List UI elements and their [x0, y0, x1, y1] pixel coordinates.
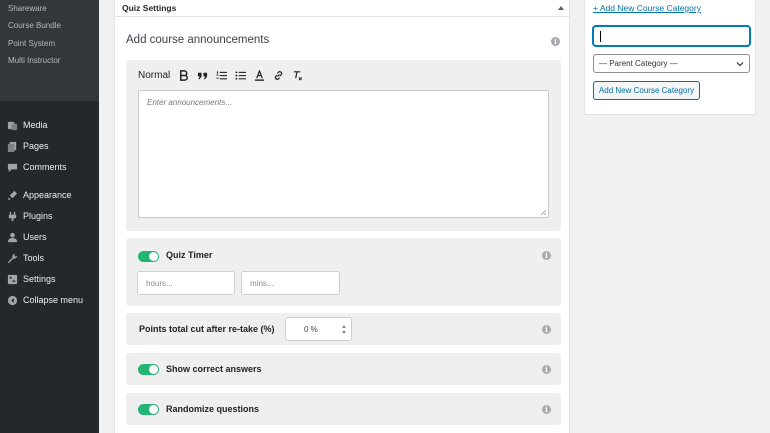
metabox-title: Quiz Settings: [122, 3, 177, 13]
category-name-input[interactable]: [593, 26, 750, 46]
settings-icon: [7, 274, 18, 285]
bullet-list-icon[interactable]: [235, 68, 247, 82]
collapse-menu-button[interactable]: Collapse menu: [7, 293, 83, 307]
submenu-item-shareware[interactable]: Shareware: [8, 4, 47, 13]
sidebar-item-label: Media: [23, 120, 48, 130]
text-caret: [600, 31, 601, 42]
points-label: Points total cut after re-take (%): [139, 324, 275, 334]
show-correct-panel: Show correct answers i: [126, 353, 561, 385]
points-value: 0 %: [304, 325, 318, 334]
sidebar-item-pages[interactable]: Pages: [7, 139, 49, 153]
metabox-header[interactable]: Quiz Settings: [115, 0, 569, 17]
sidebar-item-media[interactable]: Media: [7, 118, 48, 132]
quiz-timer-toggle[interactable]: [138, 251, 159, 262]
editor-toolbar: Normal: [138, 68, 311, 82]
show-correct-label: Show correct answers: [166, 364, 262, 374]
tools-icon: [7, 253, 18, 264]
admin-sidebar: Shareware Course Bundle Point System Mul…: [0, 0, 99, 433]
randomize-panel: Randomize questions i: [126, 393, 561, 425]
chevron-down-icon: [736, 62, 744, 67]
parent-select-value: — Parent Category —: [599, 59, 678, 68]
sidebar-item-label: Settings: [23, 274, 56, 284]
sidebar-submenu: Shareware Course Bundle Point System Mul…: [0, 0, 99, 101]
sidebar-item-label: Pages: [23, 141, 49, 151]
sidebar-item-label: Comments: [23, 162, 67, 172]
announcements-title: Add course announcements: [126, 34, 270, 46]
add-new-category-link[interactable]: + Add New Course Category: [593, 3, 701, 13]
appearance-icon: [7, 190, 18, 201]
points-stepper[interactable]: 0 %: [285, 317, 352, 341]
sidebar-item-settings[interactable]: Settings: [7, 272, 56, 286]
sidebar-item-label: Tools: [23, 253, 45, 263]
info-icon[interactable]: i: [542, 251, 551, 260]
users-icon: [7, 232, 18, 243]
hours-input[interactable]: [137, 271, 235, 295]
mins-input[interactable]: [241, 271, 340, 295]
bold-icon[interactable]: [178, 68, 189, 82]
collapse-menu-icon: [7, 295, 18, 306]
submenu-item-point-system[interactable]: Point System: [8, 39, 55, 48]
sidebar-item-label: Plugins: [23, 211, 53, 221]
quiz-timer-panel: Quiz Timer i: [126, 238, 561, 306]
randomize-toggle[interactable]: [138, 404, 159, 415]
collapse-arrow-icon[interactable]: [558, 6, 564, 10]
announcements-textarea[interactable]: Enter announcements...: [138, 90, 549, 218]
link-icon[interactable]: [273, 68, 284, 82]
sidebar-item-users[interactable]: Users: [7, 230, 47, 244]
editor-placeholder: Enter announcements...: [147, 98, 232, 107]
info-icon[interactable]: i: [542, 365, 551, 374]
pages-icon: [7, 141, 18, 152]
randomize-label: Randomize questions: [166, 404, 260, 414]
parent-category-select[interactable]: — Parent Category —: [593, 54, 750, 73]
resize-handle-icon[interactable]: [540, 209, 546, 215]
sidebar-item-label: Collapse menu: [23, 295, 84, 305]
sidebar-item-label: Users: [23, 232, 47, 242]
info-icon[interactable]: i: [542, 405, 551, 414]
comments-icon: [7, 162, 18, 173]
points-panel: Points total cut after re-take (%) 0 % i: [126, 313, 561, 345]
submenu-item-course-bundle[interactable]: Course Bundle: [8, 21, 61, 30]
plugins-icon: [7, 211, 18, 222]
sidebar-item-label: Appearance: [23, 190, 72, 200]
sidebar-item-comments[interactable]: Comments: [7, 160, 67, 174]
media-icon: [7, 120, 18, 131]
spin-down-icon[interactable]: [342, 331, 346, 334]
quote-icon[interactable]: [197, 68, 208, 82]
format-dropdown[interactable]: Normal: [138, 68, 170, 82]
sidebar-item-tools[interactable]: Tools: [7, 251, 44, 265]
ordered-list-icon[interactable]: [216, 68, 228, 82]
sidebar-item-plugins[interactable]: Plugins: [7, 209, 53, 223]
sidebar-item-appearance[interactable]: Appearance: [7, 188, 72, 202]
quiz-timer-label: Quiz Timer: [166, 250, 213, 260]
submenu-item-multi-instructor[interactable]: Multi Instructor: [8, 56, 60, 65]
announcements-editor: Normal Enter announcements...: [126, 60, 561, 231]
info-icon[interactable]: i: [542, 325, 551, 334]
text-color-icon[interactable]: [254, 68, 265, 82]
course-category-box: + Add New Course Category — Parent Categ…: [584, 0, 756, 115]
add-category-button[interactable]: Add New Course Category: [593, 81, 700, 100]
info-icon[interactable]: i: [551, 37, 560, 46]
clear-format-icon[interactable]: [292, 68, 303, 82]
spin-up-icon[interactable]: [342, 325, 346, 328]
show-correct-toggle[interactable]: [138, 364, 159, 375]
quiz-settings-metabox: Quiz Settings Add course announcements i…: [114, 0, 570, 433]
